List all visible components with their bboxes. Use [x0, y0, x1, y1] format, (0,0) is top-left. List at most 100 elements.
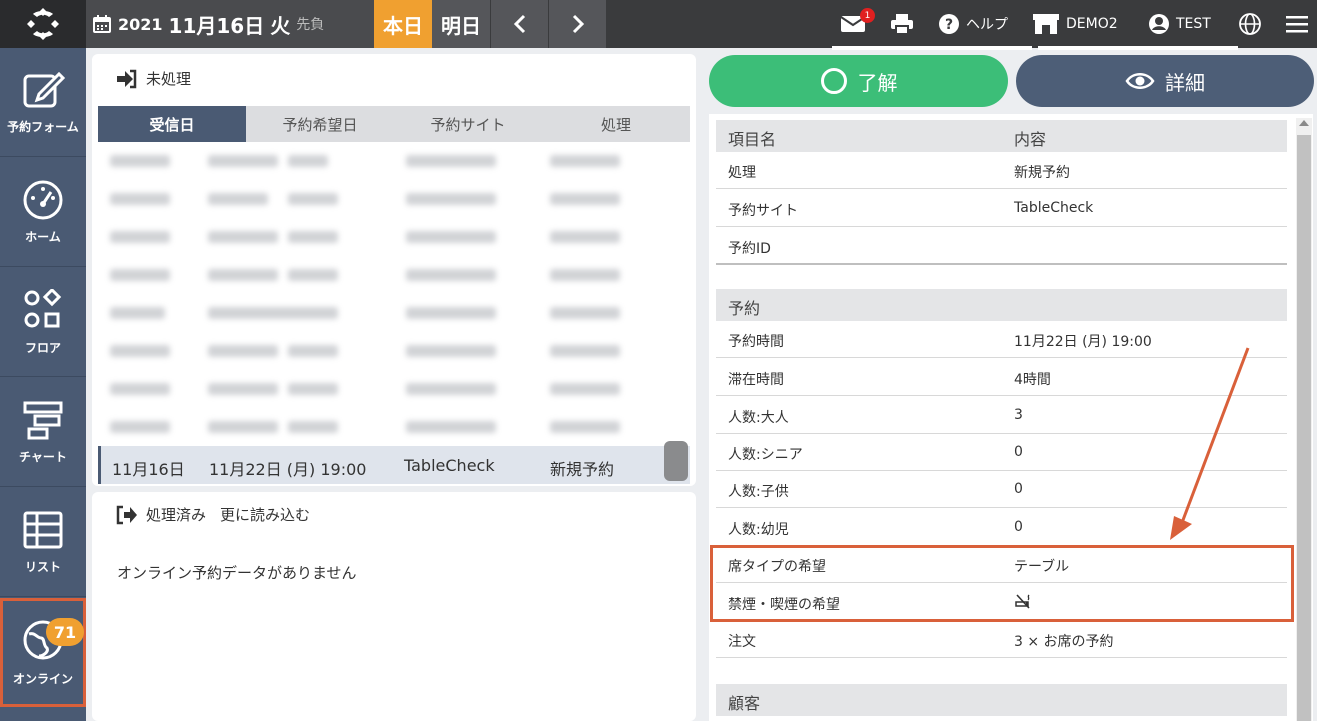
- detail-row-name: 人数:大人: [728, 410, 789, 426]
- hamburger-menu-icon: [1286, 16, 1308, 33]
- date-rokuyo: 先負: [296, 17, 325, 33]
- detail-row-value: 11月22日 (月) 19:00: [1014, 334, 1152, 350]
- floor-shapes-icon: [24, 288, 62, 327]
- table-row[interactable]: [98, 142, 690, 179]
- detail-row-name: 人数:シニア: [728, 447, 803, 463]
- detail-row-value: 4時間: [1014, 372, 1051, 388]
- sidebar-item-reservation-form[interactable]: 予約フォーム: [0, 48, 86, 157]
- detail-label: 詳細: [1165, 70, 1205, 95]
- sidebar-item-floor[interactable]: フロア: [0, 268, 86, 377]
- date-year: 2021: [118, 14, 163, 34]
- sidebar-item-label: フロア: [24, 340, 61, 355]
- table-row[interactable]: [98, 218, 690, 255]
- menu-button[interactable]: [1286, 0, 1314, 48]
- sidebar-item-list[interactable]: リスト: [0, 488, 86, 597]
- customer-section-header: 顧客: [716, 684, 1287, 716]
- mail-badge: 1: [860, 8, 875, 23]
- detail-row-value: 0: [1014, 444, 1023, 460]
- detail-button[interactable]: 詳細: [1016, 55, 1314, 107]
- customer-section-title: 顧客: [728, 694, 761, 713]
- mail-button[interactable]: 1: [840, 0, 875, 48]
- acknowledge-button[interactable]: 了解: [709, 55, 1008, 107]
- sign-out-icon: [116, 505, 137, 524]
- chart-bars-icon: [23, 401, 63, 439]
- detail-row-value: 0: [1014, 481, 1023, 497]
- top-bar: 2021 11月16日 火 先負 本日 明日 1 ? ヘルプ DEMO2 TES…: [0, 0, 1317, 48]
- detail-scrollbar-thumb[interactable]: [1297, 135, 1311, 721]
- globe-icon: [1239, 13, 1261, 35]
- user-label: TEST: [1176, 16, 1211, 32]
- column-received-date[interactable]: 受信日: [98, 106, 246, 142]
- detail-row-name: 滞在時間: [728, 372, 784, 388]
- pending-scrollbar-thumb[interactable]: [664, 441, 688, 481]
- table-row[interactable]: [98, 180, 690, 217]
- tomorrow-button[interactable]: 明日: [432, 0, 490, 48]
- table-row[interactable]: [98, 370, 690, 407]
- detail-row-value: 新規予約: [1014, 165, 1070, 181]
- pending-header: 未処理: [116, 68, 191, 89]
- today-button[interactable]: 本日: [374, 0, 432, 48]
- table-row[interactable]: [98, 408, 690, 445]
- help-button[interactable]: ? ヘルプ: [938, 0, 1008, 48]
- header-item-name: 項目名: [728, 130, 777, 149]
- sidebar-item-label: ホーム: [25, 229, 61, 244]
- table-row-selected[interactable]: 11月16日 11月22日 (月) 19:00 TableCheck 新規予約: [98, 446, 690, 484]
- sidebar-item-online[interactable]: 71 オンライン: [0, 598, 86, 707]
- sidebar-item-label: チャート: [19, 449, 67, 464]
- column-requested-date[interactable]: 予約希望日: [246, 106, 394, 142]
- reservation-section-title: 予約: [728, 299, 761, 318]
- reservation-section-header: 予約: [716, 289, 1287, 321]
- column-reservation-site[interactable]: 予約サイト: [394, 106, 542, 142]
- pending-table-header: 受信日 予約希望日 予約サイト 処理: [98, 106, 690, 142]
- cell-site: TableCheck: [404, 456, 495, 475]
- sidebar-item-label: 予約フォーム: [7, 119, 79, 134]
- processed-title: 処理済み: [146, 506, 207, 524]
- date-month-day: 11月16日: [168, 13, 265, 38]
- store-label: DEMO2: [1066, 16, 1118, 32]
- highlight-box: [710, 545, 1294, 622]
- sidebar-item-home[interactable]: ホーム: [0, 158, 86, 267]
- detail-row-name: 予約サイト: [728, 203, 798, 219]
- user-icon: [1149, 14, 1169, 34]
- toolbar-underline: [1038, 46, 1238, 50]
- processed-header: 処理済み 更に読み込む: [116, 504, 310, 525]
- svg-text:?: ?: [945, 17, 953, 33]
- detail-row: 予約サイト TableCheck: [716, 190, 1287, 227]
- processed-panel: [92, 492, 696, 721]
- table-row[interactable]: [98, 294, 690, 331]
- language-button[interactable]: [1238, 0, 1268, 48]
- chevron-right-icon: [572, 14, 584, 34]
- prev-day-button[interactable]: [491, 0, 548, 48]
- app-logo-icon[interactable]: [0, 0, 86, 48]
- user-menu[interactable]: TEST: [1148, 0, 1211, 48]
- help-label: ヘルプ: [966, 17, 1008, 33]
- store-selector[interactable]: DEMO2: [1032, 0, 1118, 48]
- sidebar-item-chart[interactable]: チャート: [0, 378, 86, 487]
- scroll-up-icon[interactable]: [1299, 120, 1309, 126]
- list-table-icon: [23, 511, 63, 548]
- next-day-button[interactable]: [549, 0, 606, 48]
- online-count-badge: 71: [46, 618, 84, 646]
- sidebar: 予約フォーム ホーム フロア チャート リスト 71 オンライン: [0, 48, 86, 721]
- column-action[interactable]: 処理: [542, 106, 690, 142]
- load-more-link[interactable]: 更に読み込む: [220, 504, 310, 525]
- edit-icon: [23, 71, 65, 107]
- detail-row-value: 3 × お席の予約: [1014, 634, 1114, 650]
- detail-row: 注文 3 × お席の予約: [716, 621, 1287, 658]
- printer-icon: [891, 14, 913, 35]
- detail-row: 予約ID: [716, 228, 1287, 265]
- sign-in-icon: [117, 69, 137, 88]
- table-row[interactable]: [98, 332, 690, 369]
- detail-row-value: 3: [1014, 407, 1023, 423]
- table-row[interactable]: [98, 256, 690, 293]
- dashboard-gauge-icon: [23, 180, 63, 219]
- store-icon: [1033, 14, 1059, 34]
- acknowledge-label: 了解: [857, 70, 898, 95]
- print-button[interactable]: [890, 0, 920, 48]
- date-display[interactable]: 2021 11月16日 火 先負: [86, 0, 374, 48]
- detail-row-name: 処理: [728, 165, 756, 181]
- cell-received: 11月16日: [112, 460, 185, 479]
- empty-message: オンライン予約データがありません: [117, 564, 357, 582]
- help-icon: ?: [939, 14, 959, 34]
- calendar-icon: [93, 15, 111, 33]
